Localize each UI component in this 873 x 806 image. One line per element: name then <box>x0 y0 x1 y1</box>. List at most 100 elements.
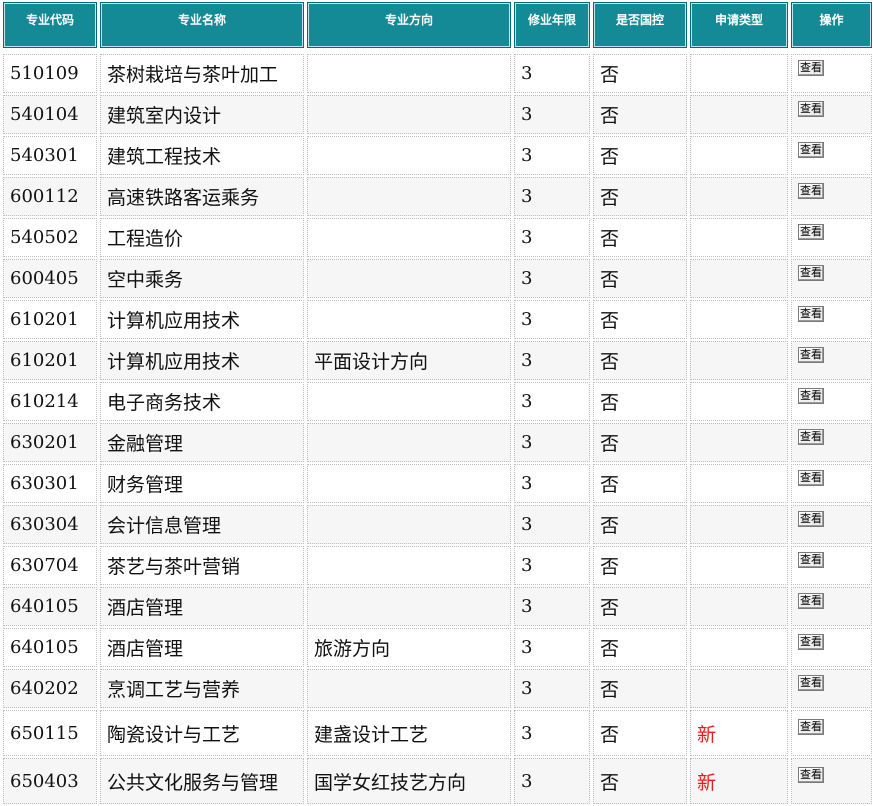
view-button[interactable]: 查看 <box>798 551 824 568</box>
table-row: 630201 金融管理 3 否 查看 <box>3 423 872 462</box>
application-type-cell <box>690 505 788 544</box>
application-type-cell <box>690 54 788 93</box>
major-code-cell: 640105 <box>3 587 97 626</box>
view-button[interactable]: 查看 <box>798 305 824 322</box>
major-code-cell: 630704 <box>3 546 97 585</box>
major-name-cell: 高速铁路客运乘务 <box>100 177 304 216</box>
major-direction-cell <box>307 587 511 626</box>
table-row: 630301 财务管理 3 否 查看 <box>3 464 872 503</box>
view-button[interactable]: 查看 <box>798 469 824 486</box>
study-years-cell: 3 <box>514 259 590 298</box>
view-button[interactable]: 查看 <box>798 100 824 117</box>
study-years-cell: 3 <box>514 218 590 257</box>
view-button[interactable]: 查看 <box>798 387 824 404</box>
major-code-cell: 630304 <box>3 505 97 544</box>
header-application-type: 申请类型 <box>690 2 788 48</box>
operation-cell: 查看 <box>791 710 872 756</box>
view-button[interactable]: 查看 <box>798 633 824 650</box>
major-name-cell: 财务管理 <box>100 464 304 503</box>
major-name-cell: 建筑室内设计 <box>100 95 304 134</box>
major-code-cell: 540301 <box>3 136 97 175</box>
major-code-cell: 650403 <box>3 758 97 804</box>
application-type-cell <box>690 546 788 585</box>
state-controlled-cell: 否 <box>593 710 687 756</box>
application-type-cell <box>690 300 788 339</box>
major-name-cell: 会计信息管理 <box>100 505 304 544</box>
view-button[interactable]: 查看 <box>798 182 824 199</box>
view-button[interactable]: 查看 <box>798 592 824 609</box>
major-name-cell: 公共文化服务与管理 <box>100 758 304 804</box>
view-button[interactable]: 查看 <box>798 510 824 527</box>
study-years-cell: 3 <box>514 423 590 462</box>
table-row: 640105 酒店管理 3 否 查看 <box>3 587 872 626</box>
major-name-cell: 计算机应用技术 <box>100 300 304 339</box>
operation-cell: 查看 <box>791 218 872 257</box>
operation-cell: 查看 <box>791 54 872 93</box>
application-type-cell <box>690 587 788 626</box>
view-button[interactable]: 查看 <box>798 719 824 735</box>
table-row: 640105 酒店管理 旅游方向 3 否 查看 <box>3 628 872 667</box>
state-controlled-cell: 否 <box>593 669 687 708</box>
major-code-cell: 650115 <box>3 710 97 756</box>
major-direction-cell <box>307 95 511 134</box>
major-name-cell: 茶艺与茶叶营销 <box>100 546 304 585</box>
application-type-cell <box>690 423 788 462</box>
state-controlled-cell: 否 <box>593 587 687 626</box>
view-button[interactable]: 查看 <box>798 141 824 158</box>
major-code-cell: 540104 <box>3 95 97 134</box>
study-years-cell: 3 <box>514 464 590 503</box>
major-direction-cell <box>307 464 511 503</box>
operation-cell: 查看 <box>791 382 872 421</box>
application-type-cell <box>690 382 788 421</box>
major-direction-cell <box>307 423 511 462</box>
view-button[interactable]: 查看 <box>798 767 824 783</box>
view-button[interactable]: 查看 <box>798 674 824 691</box>
major-table: 专业代码 专业名称 专业方向 修业年限 是否国控 申请类型 操作 510109 茶… <box>0 0 873 806</box>
state-controlled-cell: 否 <box>593 423 687 462</box>
major-direction-cell <box>307 54 511 93</box>
major-name-cell: 酒店管理 <box>100 587 304 626</box>
header-study-years: 修业年限 <box>514 2 590 48</box>
major-direction-cell <box>307 546 511 585</box>
table-body: 510109 茶树栽培与茶叶加工 3 否查看 540104 建筑室内设计 3 否查看 54030… <box>3 50 872 804</box>
application-type-cell <box>690 669 788 708</box>
major-direction-cell <box>307 218 511 257</box>
table-row: 610214 电子商务技术 3 否 查看 <box>3 382 872 421</box>
state-controlled-cell: 否 <box>593 382 687 421</box>
table-row: 610201 计算机应用技术 3 否 查看 <box>3 300 872 339</box>
view-button[interactable]: 查看 <box>798 428 824 445</box>
study-years-cell: 3 <box>514 54 590 93</box>
operation-cell: 查看 <box>791 546 872 585</box>
state-controlled-cell: 否 <box>593 464 687 503</box>
state-controlled-cell: 否 <box>593 136 687 175</box>
major-direction-cell <box>307 382 511 421</box>
table-row: 540301 建筑工程技术 3 否 查看 <box>3 136 872 175</box>
application-type-cell <box>690 464 788 503</box>
study-years-cell: 3 <box>514 382 590 421</box>
operation-cell: 查看 <box>791 669 872 708</box>
application-type-cell <box>690 341 788 380</box>
table-row: 610201 计算机应用技术 平面设计方向 3 否 查看 <box>3 341 872 380</box>
application-type-cell <box>690 628 788 667</box>
major-direction-cell: 旅游方向 <box>307 628 511 667</box>
major-direction-cell <box>307 300 511 339</box>
view-button[interactable]: 查看 <box>798 223 824 240</box>
table-row: 600405 空中乘务 3 否 查看 <box>3 259 872 298</box>
table-row: 630704 茶艺与茶叶营销 3 否 查看 <box>3 546 872 585</box>
header-spacer <box>3 50 872 52</box>
study-years-cell: 3 <box>514 177 590 216</box>
study-years-cell: 3 <box>514 505 590 544</box>
operation-cell: 查看 <box>791 95 872 134</box>
major-code-cell: 610201 <box>3 300 97 339</box>
view-button[interactable]: 查看 <box>798 264 824 281</box>
view-button[interactable]: 查看 <box>798 346 824 363</box>
major-name-cell: 茶树栽培与茶叶加工 <box>100 54 304 93</box>
state-controlled-cell: 否 <box>593 54 687 93</box>
study-years-cell: 3 <box>514 300 590 339</box>
view-button[interactable]: 查看 <box>798 59 824 76</box>
state-controlled-cell: 否 <box>593 177 687 216</box>
major-code-cell: 630301 <box>3 464 97 503</box>
major-code-cell: 640202 <box>3 669 97 708</box>
state-controlled-cell: 否 <box>593 300 687 339</box>
operation-cell: 查看 <box>791 259 872 298</box>
